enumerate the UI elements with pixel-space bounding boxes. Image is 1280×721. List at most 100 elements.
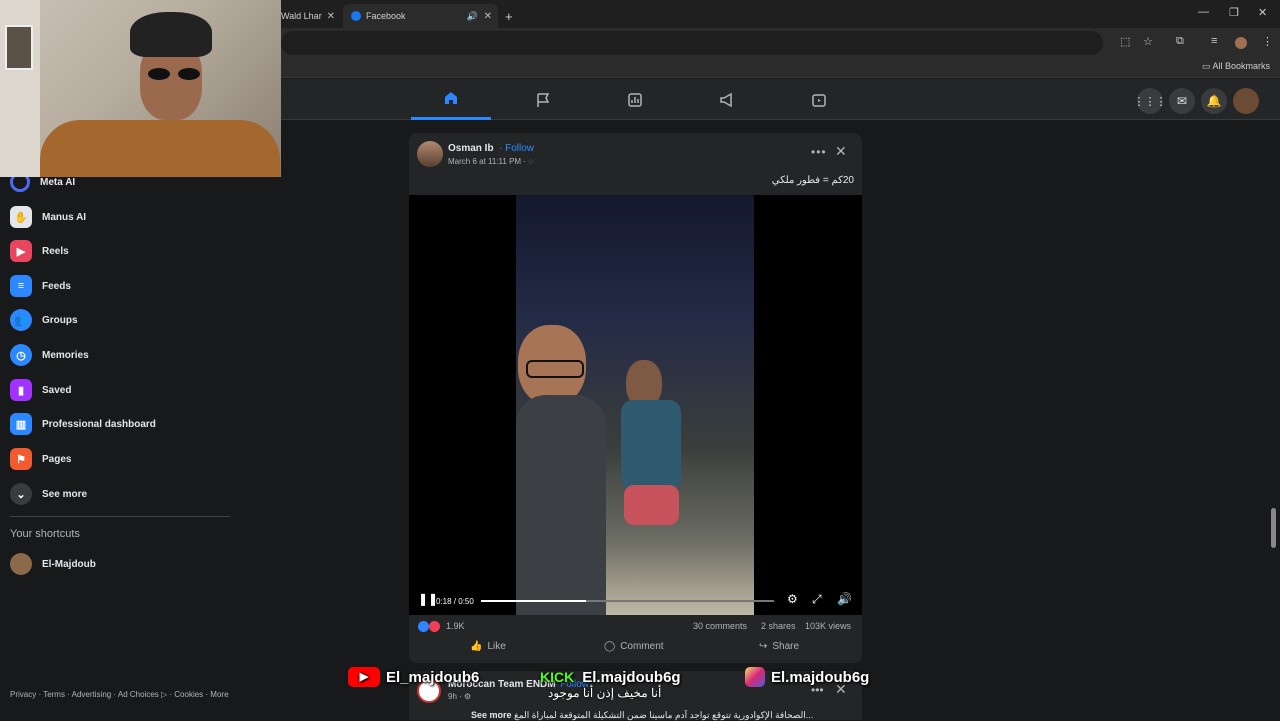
notifications-button[interactable]: 🔔 [1201,88,1227,114]
kick-logo: KICK [540,669,575,685]
bookmark-star-icon[interactable]: ☆ [1143,35,1153,48]
shortcut-label: El-Majdoub [42,558,96,570]
chevron-down-icon: ⌄ [10,483,32,505]
settings-gear-icon[interactable]: ⚙ [787,592,798,606]
media-control-icon[interactable]: ≡ [1211,35,1217,47]
pages-icon: ⚑ [10,448,32,470]
post-time: 9h · ⚙ [448,692,471,701]
menu-grid-button[interactable]: ⋮⋮⋮ [1134,88,1167,114]
instagram-handle: El.majdoub6g [745,666,869,688]
volume-icon[interactable]: 🔊 [837,592,852,606]
close-tab-icon[interactable]: ✕ [327,11,335,22]
facebook-favicon-icon [351,11,361,21]
video-time: 0:18 / 0:50 [436,597,474,606]
comment-button[interactable]: ◯ Comment [604,641,664,652]
post-card: Osman Ib · Follow March 6 at 11:11 PM · … [409,133,862,663]
tab-previous[interactable]: Wald Lhar ✕ [281,4,341,28]
profile-avatar[interactable] [1235,37,1247,49]
instagram-icon [745,667,765,687]
sidebar-item-groups[interactable]: 👥 Groups [10,305,240,335]
fullscreen-icon[interactable]: ⤢ [812,592,822,607]
share-button[interactable]: ↪ Share [759,641,799,652]
like-button[interactable]: 👍 Like [470,641,506,652]
instagram-handle-text: El.majdoub6g [771,668,870,686]
close-icon[interactable]: ✕ [835,143,847,160]
url-input[interactable] [281,31,1103,55]
close-window-icon[interactable]: ✕ [1258,6,1267,19]
all-bookmarks-link[interactable]: ▭ All Bookmarks [1202,61,1270,72]
post-author[interactable]: Osman Ib [448,143,494,154]
like-label: Like [487,641,506,652]
minimize-icon[interactable]: — [1198,6,1209,18]
thumbs-up-icon: 👍 [470,641,483,652]
sidebar-item-professional-dashboard[interactable]: ▥ Professional dashboard [10,409,240,439]
manus-ai-icon: ✋ [10,206,32,228]
shortcuts-title: Your shortcuts [10,528,80,540]
avatar [10,553,32,575]
sidebar-item-saved[interactable]: ▮ Saved [10,375,240,405]
sidebar-item-feeds[interactable]: ≡ Feeds [10,271,240,301]
menu-icon[interactable]: ⋮ [1262,35,1273,48]
post-date-text: March 6 at 11:11 PM · [448,157,526,166]
post-caption: See more الصحافة الإكوادورية تتوقع تواجد… [471,710,854,721]
kick-handle: KICK El.majdoub6g [540,666,681,688]
grid-icon: ⋮⋮⋮ [1133,95,1167,108]
video-icon [812,93,826,107]
bell-icon: 🔔 [1206,94,1222,108]
post-caption-text: الصحافة الإكوادورية تتوقع تواجد آدم ماسي… [514,710,814,720]
follow-button[interactable]: · Follow [499,143,534,154]
footer-links[interactable]: Privacy · Terms · Advertising · Ad Choic… [10,689,240,700]
messenger-button[interactable]: ✉ [1169,88,1195,114]
chart-icon [628,92,642,107]
comments-count[interactable]: 30 comments [693,621,747,631]
new-tab-button[interactable]: + [505,4,513,28]
tab-label: Facebook [366,11,406,21]
video-player[interactable]: ❚❚ 0:18 / 0:50 ⚙ ⤢ 🔊 [409,195,862,615]
see-more-link[interactable]: See more [471,710,512,720]
close-tab-icon[interactable]: ✕ [484,11,492,22]
sidebar-item-memories[interactable]: ◷ Memories [10,340,240,370]
messenger-icon: ✉ [1176,94,1188,108]
sidebar-item-pages[interactable]: ⚑ Pages [10,444,240,474]
youtube-handle: ▶ El_majdoub6 [348,666,479,688]
feeds-icon: ≡ [10,275,32,297]
sidebar-item-see-more[interactable]: ⌄ See more [10,479,240,509]
nav-home[interactable] [411,79,491,120]
sidebar-item-label: Reels [42,245,69,257]
sidebar-item-manus-ai[interactable]: ✋ Manus AI [10,202,240,232]
scrollbar[interactable] [1271,508,1276,548]
seek-bar[interactable] [481,600,774,602]
sidebar-item-label: Saved [42,384,72,396]
sidebar-divider [10,516,230,517]
video-frame [516,195,754,615]
sidebar-item-reels[interactable]: ▶ Reels [10,236,240,266]
gear-icon: ⚙ [464,692,472,701]
nav-video[interactable] [779,79,859,120]
share-label: Share [772,641,800,652]
youtube-icon: ▶ [348,667,380,687]
seek-progress [481,600,587,602]
install-app-icon[interactable]: ⬚ [1120,35,1130,48]
nav-ads[interactable] [687,79,767,120]
shortcut-el-majdoub[interactable]: El-Majdoub [10,549,240,579]
nav-pages[interactable] [503,79,583,120]
restore-icon[interactable]: ❐ [1229,6,1239,19]
groups-icon: 👥 [10,309,32,331]
stream-subtitle: أنا مخيف إذن أنا موجود [548,686,662,700]
saved-icon: ▮ [10,379,32,401]
post-date: March 6 at 11:11 PM · ◌ [448,157,533,166]
tab-facebook[interactable]: Facebook 🔊 ✕ [343,4,498,28]
shares-count[interactable]: 2 shares [761,621,796,631]
extensions-icon[interactable]: ⧉ [1176,35,1184,48]
views-count: 103K views [805,621,852,631]
comment-icon: ◯ [604,641,616,652]
globe-icon: ◌ [528,157,533,166]
speaker-icon[interactable]: 🔊 [467,11,478,22]
more-options-icon[interactable]: ••• [811,145,827,159]
sidebar-item-label: Professional dashboard [42,418,156,430]
account-avatar[interactable] [1233,88,1259,114]
avatar[interactable] [417,141,443,167]
like-reaction-icon [418,621,429,632]
nav-dashboard[interactable] [595,79,675,120]
reactions-count[interactable]: 1.9K [446,621,465,631]
